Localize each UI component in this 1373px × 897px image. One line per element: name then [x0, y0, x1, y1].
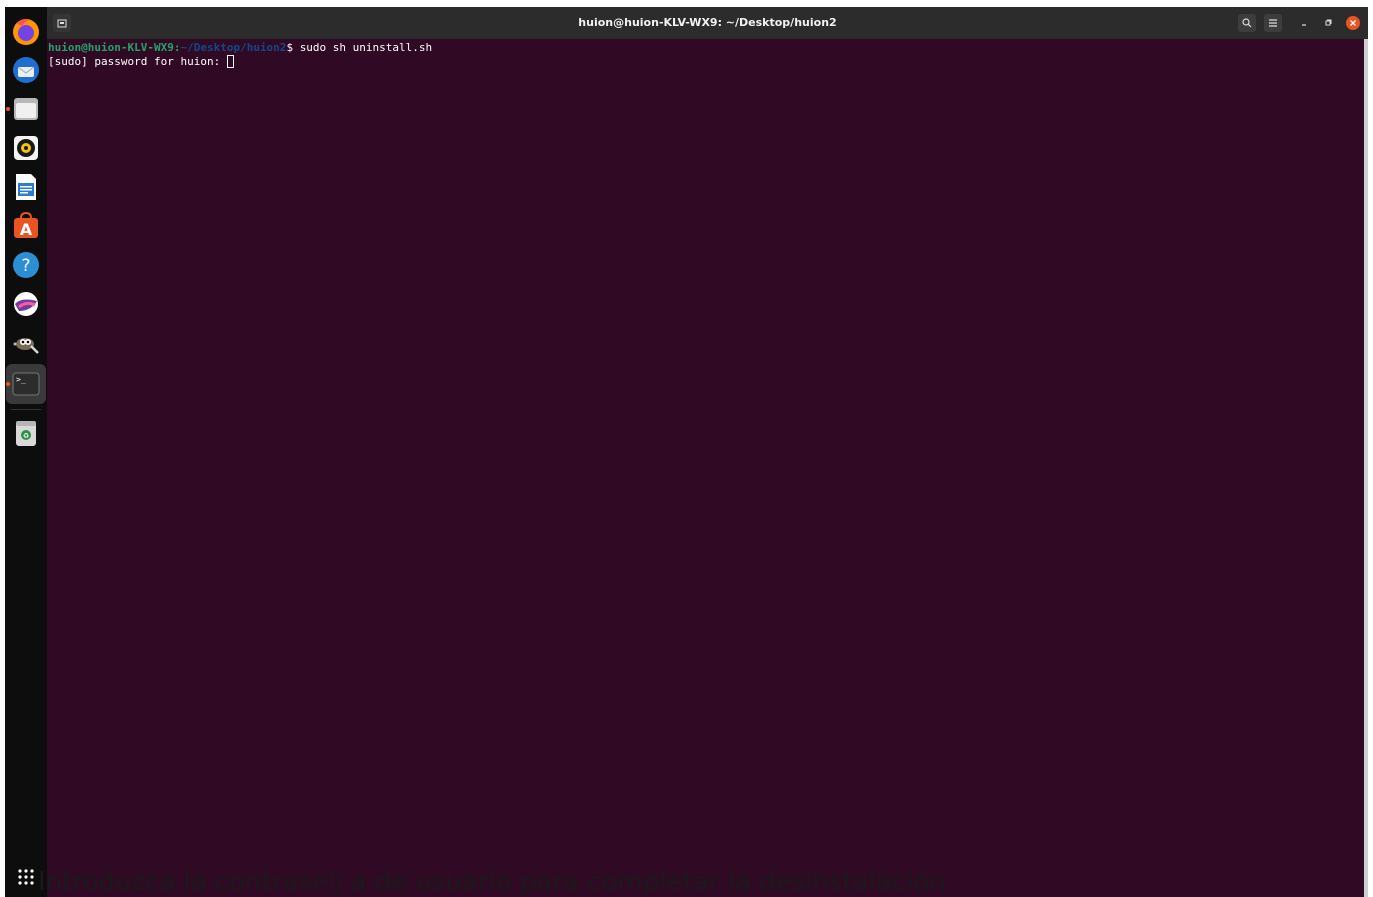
ubuntu-software-icon: A [14, 212, 38, 239]
terminal-line-2: [sudo] password for huion: [48, 55, 1362, 69]
search-button[interactable] [1238, 14, 1256, 32]
terminal-icon: >_ [12, 372, 40, 396]
thunderbird-launcher[interactable] [8, 52, 44, 88]
restore-icon [1325, 19, 1332, 26]
terminal-scrollbar[interactable] [1364, 39, 1368, 897]
firefox-icon [13, 19, 39, 45]
terminal-launcher[interactable]: >_ [6, 364, 46, 404]
close-button[interactable] [1346, 16, 1360, 30]
desktop-screen: A ? >_ ♻ huion@huion-KLV-WX9: ~/Desktop/… [5, 7, 1368, 897]
window-title: huion@huion-KLV-WX9: ~/Desktop/huion2 [578, 16, 837, 29]
sudo-password-prompt: [sudo] password for huion: [48, 55, 227, 68]
terminal-titlebar: huion@huion-KLV-WX9: ~/Desktop/huion2 [47, 7, 1368, 39]
close-icon [1350, 20, 1356, 26]
firefox-launcher[interactable] [8, 13, 44, 49]
caption-text: Introduzca la contrase▯ a de usuario par… [38, 867, 946, 897]
running-indicator [6, 107, 10, 111]
prompt-symbol: $ [286, 41, 300, 54]
hamburger-icon [1269, 19, 1277, 27]
thunderbird-icon [13, 57, 39, 83]
rhythmbox-icon [14, 136, 38, 160]
dock: A ? >_ ♻ [5, 7, 47, 897]
writer-launcher[interactable] [8, 169, 44, 205]
gimp-launcher[interactable] [8, 325, 44, 361]
trash-launcher[interactable]: ♻ [8, 415, 44, 451]
running-indicator [6, 382, 10, 386]
svg-text:A: A [20, 220, 33, 239]
command-text: sudo sh uninstall.sh [299, 41, 433, 54]
dock-separator [11, 409, 41, 410]
minimize-button[interactable] [1297, 16, 1311, 30]
svg-text:>_: >_ [16, 375, 26, 384]
gimp-icon [13, 338, 39, 354]
search-icon [1242, 18, 1252, 28]
text-cursor [226, 55, 234, 68]
svg-text:♻: ♻ [23, 432, 29, 440]
minimize-icon [1302, 24, 1306, 26]
software-launcher[interactable]: A [8, 208, 44, 244]
krita-launcher[interactable] [8, 286, 44, 322]
menu-button[interactable] [1264, 14, 1282, 32]
prompt-user-host: huion@huion-KLV-WX9 [48, 41, 174, 54]
rhythmbox-launcher[interactable] [8, 130, 44, 166]
terminal-output[interactable]: huion@huion-KLV-WX9:~/Desktop/huion2$ su… [47, 39, 1362, 897]
trash-icon: ♻ [16, 421, 36, 446]
libreoffice-writer-icon [16, 174, 36, 200]
files-launcher[interactable] [6, 91, 44, 127]
prompt-path: ~/Desktop/huion2 [180, 41, 287, 54]
files-icon [14, 98, 38, 120]
krita-icon [14, 292, 38, 316]
svg-text:?: ? [21, 256, 30, 276]
terminal-line-1: huion@huion-KLV-WX9:~/Desktop/huion2$ su… [48, 41, 1362, 55]
maximize-button[interactable] [1321, 16, 1335, 30]
help-icon: ? [13, 252, 39, 278]
help-launcher[interactable]: ? [8, 247, 44, 283]
